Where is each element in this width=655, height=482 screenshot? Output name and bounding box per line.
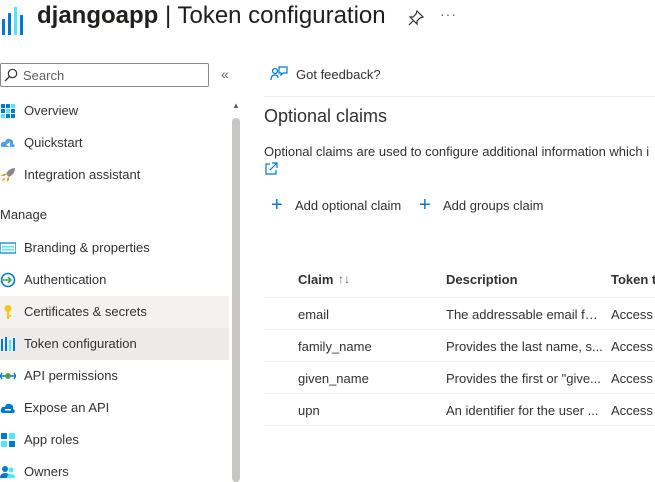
app-name: djangoapp [37,2,159,29]
sidebar-item-integration-assistant[interactable]: Integration assistant [0,159,229,191]
table-row[interactable]: email The addressable email for... Acces… [264,297,655,329]
feedback-label: Got feedback? [296,67,381,82]
app-roles-icon [1,433,15,447]
search-icon [4,68,18,82]
auth-icon [0,272,16,288]
token-type-cell: Access [611,339,653,354]
claim-cell: family_name [298,339,372,354]
sidebar-item-owners[interactable]: Owners [0,456,229,482]
page-title: djangoapp | Token configuration [37,2,386,30]
sidebar-item-label: Quickstart [24,135,83,150]
description-cell: Provides the last name, s... [446,339,603,354]
scroll-up-arrow-icon[interactable]: ▲ [232,101,240,110]
add-icon: + [271,194,283,216]
grid-icon [1,104,15,118]
sidebar-item-label: App roles [24,432,79,447]
cloud-icon [0,138,15,147]
key-icon [4,305,12,319]
sidebar-item-api-permissions[interactable]: API permissions [0,360,229,392]
sidebar-search [0,63,209,87]
sidebar-item-label: API permissions [24,368,118,383]
feedback-icon [270,66,288,81]
scrollbar-thumb[interactable] [232,118,240,482]
cloud-api-icon [0,403,15,413]
rocket-icon [1,168,15,182]
description-cell: Provides the first or "give... [446,371,601,386]
table-row[interactable]: upn An identifier for the user ... Acces… [264,393,655,425]
sidebar-item-authentication[interactable]: Authentication [0,264,229,296]
title-separator: | [165,2,172,29]
table-row[interactable]: family_name Provides the last name, s...… [264,329,655,361]
search-input[interactable] [23,66,205,84]
column-header-token-type[interactable]: Token t [611,272,655,287]
sidebar-item-label: Owners [24,464,69,479]
sidebar-item-certificates[interactable]: Certificates & secrets [0,296,229,328]
sidebar-item-label: Integration assistant [24,167,141,182]
sidebar-item-token-configuration[interactable]: Token configuration [0,328,229,360]
blade-name: Token configuration [177,2,386,29]
token-type-cell: Access [611,403,653,418]
app-registration-icon [2,7,23,35]
column-header-description[interactable]: Description [446,272,518,287]
description-cell: An identifier for the user ... [446,403,599,418]
sidebar-item-app-roles[interactable]: App roles [0,424,229,456]
sidebar-item-overview[interactable]: Overview [0,95,229,127]
token-type-cell: Access [611,371,653,386]
more-options-icon[interactable]: ··· [440,6,457,22]
sidebar-item-label: Token configuration [24,336,137,351]
section-title: Optional claims [264,106,388,126]
claim-cell: upn [298,403,320,418]
sidebar-item-branding[interactable]: Branding & properties [0,232,229,264]
page-header: djangoapp | Token configuration ··· [0,0,655,40]
owners-icon [0,466,15,478]
command-bar-divider [264,96,655,97]
token-type-cell: Access [611,307,653,322]
button-label: Add groups claim [443,198,544,213]
token-icon [1,337,15,351]
sidebar-item-label: Authentication [24,272,107,287]
claim-cell: email [298,307,330,322]
add-icon: + [419,194,431,216]
button-label: Add optional claim [295,198,402,213]
sidebar-item-expose-an-api[interactable]: Expose an API [0,392,229,424]
external-link-icon[interactable] [264,162,278,176]
sidebar-item-label: Branding & properties [24,240,150,255]
column-header-claim[interactable]: Claim [298,272,333,287]
table-bottom-border [264,425,655,426]
table-row[interactable]: given_name Provides the first or "give..… [264,361,655,393]
sidebar-item-quickstart[interactable]: Quickstart [0,127,229,159]
claim-cell: given_name [298,371,369,386]
pin-icon[interactable] [407,9,425,27]
sort-arrows-icon[interactable]: ↑↓ [338,272,350,286]
sidebar-item-label: Certificates & secrets [24,304,147,319]
section-description: Optional claims are used to configure ad… [264,144,650,159]
branding-icon [0,242,16,254]
sidebar-item-label: Expose an API [24,400,110,415]
description-cell: The addressable email for... [446,307,603,322]
api-permissions-icon [0,372,16,380]
collapse-sidebar-icon[interactable]: « [221,66,229,82]
manage-section-header: Manage [0,207,47,222]
sidebar-item-label: Overview [24,103,79,118]
